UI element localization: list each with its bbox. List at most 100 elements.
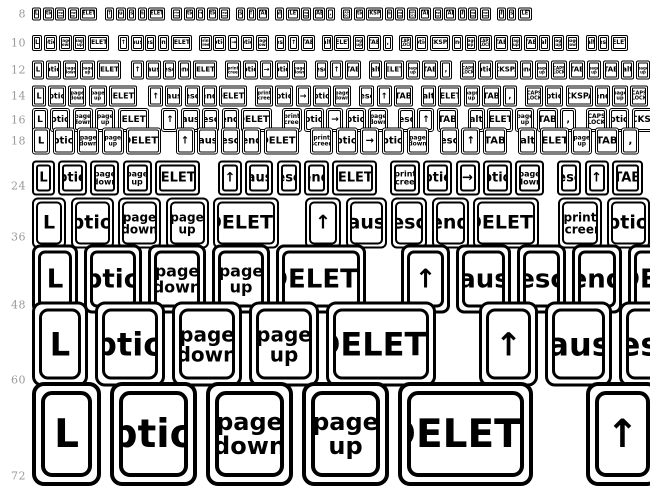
keycap-l[interactable]: L (32, 301, 88, 387)
keycap-caps-lock[interactable]: CAPSLOCK (525, 85, 544, 107)
keycap-tab[interactable]: TAB (393, 85, 413, 107)
keycap-pause[interactable]: pause (115, 7, 126, 21)
keycap-option[interactable]: option (42, 7, 54, 21)
keycap-option[interactable]: option (206, 7, 218, 21)
keycap-pause[interactable]: pause (146, 60, 161, 80)
keycap-option[interactable]: option (312, 85, 331, 107)
keycap-delete[interactable]: DELETE (331, 160, 377, 196)
keycap-page-down[interactable]: pagedown (566, 35, 580, 51)
keycap-page-up[interactable]: pageup (395, 7, 405, 21)
keycap-tab[interactable]: TAB (366, 35, 381, 51)
keycap-alt[interactable]: alt (518, 127, 538, 155)
keycap-end[interactable]: end (178, 60, 191, 80)
keycap-page-up[interactable]: pageup (636, 60, 650, 80)
keycap-comma[interactable]: , (502, 85, 517, 107)
keycap-option[interactable]: option (48, 85, 67, 107)
keycap-delete[interactable]: DELETE (384, 60, 404, 80)
keycap-page-down[interactable]: pagedown (58, 35, 72, 51)
keycap-page-up[interactable]: pageup (101, 127, 124, 155)
keycap-page-up[interactable]: pageup (301, 7, 311, 21)
keycap-tab[interactable]: TAB (569, 60, 585, 80)
keycap-page-down[interactable]: pagedown (68, 85, 87, 107)
keycap-page-down[interactable]: pagedown (479, 7, 491, 21)
keycap-delete[interactable]: DELETE (539, 127, 569, 155)
keycap-up-arrow[interactable]: ↑ (479, 301, 538, 387)
keycap-end[interactable]: end (594, 85, 610, 107)
keycap-option[interactable]: option (381, 127, 404, 155)
keycap-page-up[interactable]: pageup (468, 7, 478, 21)
keycap-up-arrow[interactable]: ↑ (175, 127, 195, 155)
keycap-caps-lock[interactable]: CAPSLOCK (478, 35, 493, 51)
keycap-delete[interactable]: DELETE (611, 35, 629, 51)
keycap-delete[interactable]: DELETE (80, 7, 97, 21)
keycap-tab[interactable]: TAB (422, 60, 438, 80)
keycap-tab[interactable]: TAB (481, 85, 501, 107)
keycap-page-up[interactable]: pageup (353, 35, 366, 51)
keycap-comma[interactable]: , (621, 127, 640, 155)
keycap-caps-lock[interactable]: CAPSLOCK (551, 60, 567, 80)
keycap-right-arrow[interactable]: → (360, 127, 380, 155)
keycap-up-arrow[interactable]: ↑ (288, 35, 300, 51)
keycap-end[interactable]: end (201, 85, 217, 107)
keycap-up-arrow[interactable]: ↑ (330, 60, 343, 80)
keycap-tab[interactable]: TAB (494, 35, 509, 51)
keycap-page-up[interactable]: pageup (302, 382, 389, 486)
keycap-page-down[interactable]: pagedown (292, 60, 307, 80)
keycap-right-arrow[interactable]: → (196, 7, 205, 21)
keycap-page-down[interactable]: pagedown (406, 127, 429, 155)
keycap-esc[interactable]: esc (127, 7, 136, 21)
keycap-alt[interactable]: alt (585, 35, 597, 51)
keycap-option[interactable]: option (353, 7, 365, 21)
keycap-up-arrow[interactable]: ↑ (117, 35, 129, 51)
keycap-page-up[interactable]: pageup (509, 35, 522, 51)
keycap-comma[interactable]: , (382, 35, 393, 51)
keycap-page-up[interactable]: pageup (535, 60, 549, 80)
keycap-page-up[interactable]: pageup (122, 160, 152, 196)
keycap-alt[interactable]: alt (321, 35, 333, 51)
keycap-delete[interactable]: DELETE (218, 85, 247, 107)
keycap-tab[interactable]: TAB (603, 60, 619, 80)
keycap-delete[interactable]: DELETE (334, 35, 352, 51)
keycap-page-up[interactable]: pageup (73, 35, 87, 51)
keycap-print-screen[interactable]: printscreen (171, 7, 182, 21)
keycap-alt[interactable]: alt (496, 7, 506, 21)
keycap-l[interactable]: L (32, 382, 101, 486)
keycap-option[interactable]: option (46, 60, 61, 80)
keycap-delete[interactable]: DELETE (326, 301, 436, 387)
keycap-up-arrow[interactable]: ↑ (586, 382, 650, 486)
keycap-esc[interactable]: esc (507, 7, 516, 21)
keycap-esc[interactable]: esc (598, 35, 610, 51)
keycap-delete[interactable]: DELETE (154, 160, 200, 196)
keycap-page-down[interactable]: pagedown (90, 160, 120, 196)
keycap-page-up[interactable]: pageup (406, 60, 420, 80)
keycap-backspace[interactable]: BACKSPACE (565, 85, 593, 107)
keycap-option[interactable]: option (423, 160, 453, 196)
keycap-comma[interactable]: , (440, 60, 452, 80)
keycap-option[interactable]: option (183, 7, 195, 21)
keycap-up-arrow[interactable]: ↑ (376, 85, 392, 107)
keycap-option[interactable]: option (275, 85, 294, 107)
keycap-page-up[interactable]: pageup (552, 35, 565, 51)
keycap-page-up[interactable]: pageup (464, 35, 477, 51)
keycap-esc[interactable]: esc (619, 301, 650, 387)
keycap-delete[interactable]: DELETE (193, 60, 217, 80)
keycap-delete[interactable]: DELETE (88, 35, 110, 51)
keycap-option[interactable]: option (275, 60, 290, 80)
keycap-page-down[interactable]: pagedown (255, 35, 269, 51)
keycap-esc[interactable]: esc (276, 160, 301, 196)
keycap-esc[interactable]: esc (220, 127, 240, 155)
keycap-l[interactable]: L (32, 60, 44, 80)
keycap-option[interactable]: option (52, 127, 75, 155)
keycap-pause[interactable]: pause (197, 127, 219, 155)
keycap-tab[interactable]: TAB (300, 35, 315, 51)
keycap-page-down[interactable]: pagedown (77, 127, 100, 155)
keycap-option[interactable]: option (70, 197, 114, 249)
keycap-end[interactable]: end (303, 160, 329, 196)
keycap-esc[interactable]: esc (391, 197, 427, 249)
keycap-esc[interactable]: esc (236, 7, 245, 21)
keycap-option[interactable]: option (95, 301, 165, 387)
keycap-print-screen[interactable]: printscreen (558, 197, 602, 249)
keycap-page-up[interactable]: pageup (249, 301, 319, 387)
keycap-right-arrow[interactable]: → (260, 60, 273, 80)
keycap-page-up[interactable]: pageup (432, 7, 443, 21)
